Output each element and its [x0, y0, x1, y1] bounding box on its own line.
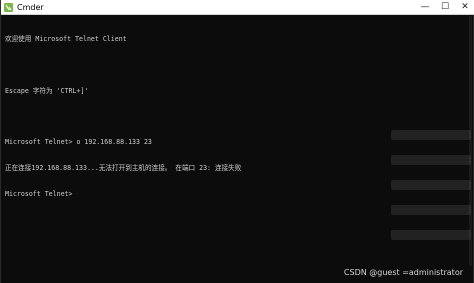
- cmder-lambda-icon: [4, 2, 13, 12]
- close-button[interactable]: ✕: [455, 0, 474, 15]
- background-artifact: [391, 130, 471, 255]
- terminal-line: 欢迎使用 Microsoft Telnet Client: [5, 35, 127, 44]
- cmder-window: Cmder — ☐ ✕ 欢迎使用 Microsoft Telnet Client…: [0, 0, 474, 283]
- title-bar[interactable]: Cmder — ☐ ✕: [1, 0, 474, 15]
- window-title: Cmder: [17, 2, 44, 12]
- maximize-button[interactable]: ☐: [435, 0, 455, 15]
- terminal-line: Escape 字符为 'CTRL+]': [5, 86, 89, 95]
- minimize-button[interactable]: —: [415, 0, 435, 15]
- csdn-watermark: CSDN @guest =administrator: [343, 268, 463, 277]
